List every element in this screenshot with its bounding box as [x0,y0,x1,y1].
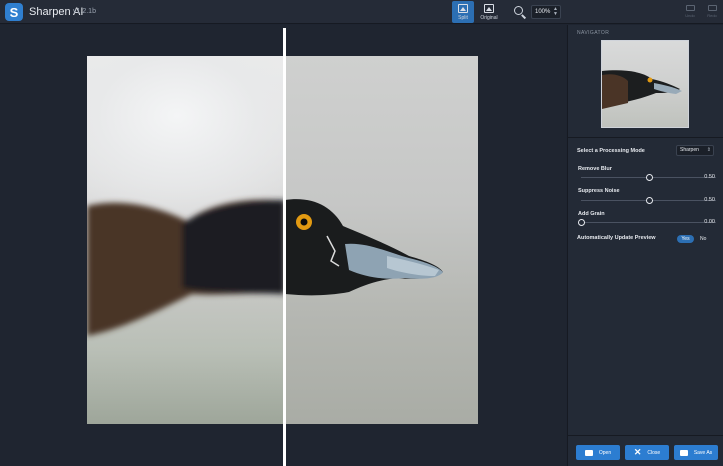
navigator-thumbnail[interactable] [601,40,689,128]
remove-blur-knob[interactable] [645,174,653,181]
redo-label: Redo [707,13,717,18]
top-toolbar: S Sharpen AI v1.2.1b Split Original 100%… [0,0,723,24]
auto-update-no-toggle[interactable]: No [700,235,706,243]
save-as-button[interactable]: Save As [674,445,718,460]
add-grain-value: 0.00 [704,219,715,225]
suppress-noise-slider[interactable] [581,197,716,204]
undo-button[interactable]: Undo [682,3,698,21]
zoom-icon[interactable] [514,6,523,15]
open-button[interactable]: Open [576,445,620,460]
zoom-level-input[interactable]: 100% ▲ ▼ [531,5,561,19]
panel-divider-bottom [568,435,723,436]
save-as-label: Save As [693,449,713,456]
remove-blur-label: Remove Blur [578,166,612,172]
redo-button[interactable]: Redo [704,3,720,21]
original-view-label: Original [480,15,498,21]
navigator-title: NAVIGATOR [577,30,610,36]
suppress-noise-label: Suppress Noise [578,188,620,194]
close-label: Close [647,449,661,456]
chevron-updown-icon: ⇕ [706,147,711,153]
split-view-icon [458,4,468,13]
close-button[interactable]: ✕ Close [625,445,669,460]
undo-icon [685,5,695,11]
original-view-button[interactable]: Original [478,1,500,23]
sharpen-ai-app: S Sharpen AI v1.2.1b Split Original 100%… [0,0,723,466]
processing-mode-value: Sharpen [680,147,699,153]
sharpen-logo-icon: S [5,3,23,21]
settings-panel: NAVIGATOR Select a Processing Mode Sharp… [567,25,723,466]
processing-mode-label: Select a Processing Mode [577,148,645,154]
remove-blur-slider[interactable] [581,174,716,181]
auto-update-label: Automatically Update Preview [577,235,656,241]
auto-update-yes-toggle[interactable]: Yes [677,235,694,243]
folder-icon [584,449,593,456]
zoom-level-value: 100% [535,9,551,15]
suppress-noise-knob[interactable] [645,197,653,204]
remove-blur-value: 0.50 [704,174,715,180]
undo-label: Undo [685,13,695,18]
panel-divider [568,137,723,138]
preview-canvas[interactable] [0,25,566,466]
suppress-noise-value: 0.50 [704,197,715,203]
app-version: v1.2.1b [73,8,96,15]
original-view-icon [484,4,494,13]
close-x-icon: ✕ [633,447,642,457]
redo-icon [707,5,717,11]
split-view-button[interactable]: Split [452,1,474,23]
add-grain-label: Add Grain [578,211,605,217]
split-view-label: Split [458,15,468,21]
open-label: Open [598,449,612,456]
processing-mode-select[interactable]: Sharpen ⇕ [676,145,714,156]
save-icon [679,449,688,456]
add-grain-slider[interactable] [578,219,716,226]
add-grain-knob[interactable] [578,219,585,226]
split-divider-handle[interactable] [283,28,286,466]
zoom-stepper-icon[interactable]: ▲ ▼ [553,7,558,17]
navigator-duck-image [602,70,682,109]
